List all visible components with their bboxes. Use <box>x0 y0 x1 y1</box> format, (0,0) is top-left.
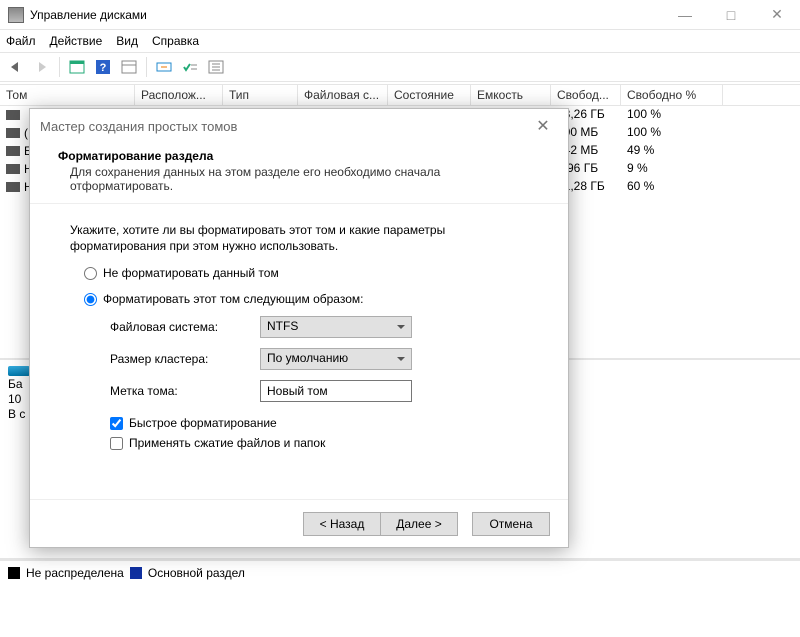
col-free-pct[interactable]: Свободно % <box>621 85 723 105</box>
col-volume[interactable]: Том <box>0 85 135 105</box>
compress-option[interactable]: Применять сжатие файлов и папок <box>110 436 528 450</box>
menu-help[interactable]: Справка <box>152 34 199 48</box>
checklist-icon[interactable] <box>178 55 202 79</box>
disk-icon <box>8 366 30 376</box>
cluster-label: Размер кластера: <box>110 352 260 366</box>
option-format[interactable]: Форматировать этот том следующим образом… <box>84 292 528 306</box>
close-button[interactable]: ✕ <box>754 0 800 30</box>
legend-swatch-primary <box>130 567 142 579</box>
list-icon[interactable] <box>204 55 228 79</box>
option-no-format-label: Не форматировать данный том <box>103 266 279 280</box>
volume-label-label: Метка тома: <box>110 384 260 398</box>
volume-icon <box>6 128 20 138</box>
col-fs[interactable]: Файловая с... <box>298 85 388 105</box>
cell-pct: 9 % <box>621 160 723 178</box>
settings-icon[interactable] <box>152 55 176 79</box>
compress-label: Применять сжатие файлов и папок <box>129 436 325 450</box>
menu-file[interactable]: Файл <box>6 34 36 48</box>
volume-icon <box>6 182 20 192</box>
volumes-header: Том Располож... Тип Файловая с... Состоя… <box>0 84 800 106</box>
legend-swatch-unallocated <box>8 567 20 579</box>
radio-format[interactable] <box>84 293 97 306</box>
toolbar: ? <box>0 52 800 82</box>
quick-format-checkbox[interactable] <box>110 417 123 430</box>
volume-icon <box>6 146 20 156</box>
wizard-prompt: Укажите, хотите ли вы форматировать этот… <box>70 222 528 254</box>
volume-icon <box>6 110 20 120</box>
legend-unallocated: Не распределена <box>26 566 124 580</box>
legend-primary: Основной раздел <box>148 566 245 580</box>
titlebar: Управление дисками — □ ✕ <box>0 0 800 30</box>
window-title: Управление дисками <box>30 8 662 22</box>
panel-icon[interactable] <box>65 55 89 79</box>
next-button[interactable]: Далее > <box>380 512 458 536</box>
cell-pct: 60 % <box>621 178 723 196</box>
cluster-select[interactable]: По умолчанию <box>260 348 412 370</box>
legend: Не распределена Основной раздел <box>0 560 800 584</box>
col-state[interactable]: Состояние <box>388 85 471 105</box>
col-type[interactable]: Тип <box>223 85 298 105</box>
filesystem-select[interactable]: NTFS <box>260 316 412 338</box>
col-free[interactable]: Свобод... <box>551 85 621 105</box>
cell-pct: 100 % <box>621 106 723 124</box>
volume-icon <box>6 164 20 174</box>
back-button[interactable] <box>4 55 28 79</box>
view-icon[interactable] <box>117 55 141 79</box>
compress-checkbox[interactable] <box>110 437 123 450</box>
quick-format-label: Быстрое форматирование <box>129 416 277 430</box>
quick-format-option[interactable]: Быстрое форматирование <box>110 416 528 430</box>
svg-text:?: ? <box>100 62 107 74</box>
wizard-subheading: Для сохранения данных на этом разделе ег… <box>70 165 500 193</box>
cluster-value: По умолчанию <box>267 351 348 365</box>
cell-pct: 49 % <box>621 142 723 160</box>
option-no-format[interactable]: Не форматировать данный том <box>84 266 528 280</box>
radio-no-format[interactable] <box>84 267 97 280</box>
app-icon <box>8 7 24 23</box>
menu-action[interactable]: Действие <box>50 34 103 48</box>
cell-pct: 100 % <box>621 124 723 142</box>
filesystem-label: Файловая система: <box>110 320 260 334</box>
forward-button[interactable] <box>30 55 54 79</box>
help-icon[interactable]: ? <box>91 55 115 79</box>
col-layout[interactable]: Располож... <box>135 85 223 105</box>
menu-view[interactable]: Вид <box>116 34 138 48</box>
wizard-dialog: Мастер создания простых томов ✕ Форматир… <box>29 108 569 548</box>
back-button[interactable]: < Назад <box>303 512 381 536</box>
wizard-heading: Форматирование раздела <box>58 149 540 163</box>
wizard-title: Мастер создания простых томов <box>40 119 237 134</box>
option-format-label: Форматировать этот том следующим образом… <box>103 292 363 306</box>
filesystem-value: NTFS <box>267 319 298 333</box>
wizard-close-button[interactable]: ✕ <box>528 116 558 136</box>
cancel-button[interactable]: Отмена <box>472 512 550 536</box>
menubar: Файл Действие Вид Справка <box>0 30 800 52</box>
col-capacity[interactable]: Емкость <box>471 85 551 105</box>
minimize-button[interactable]: — <box>662 0 708 30</box>
maximize-button[interactable]: □ <box>708 0 754 30</box>
volume-label-input[interactable] <box>260 380 412 402</box>
